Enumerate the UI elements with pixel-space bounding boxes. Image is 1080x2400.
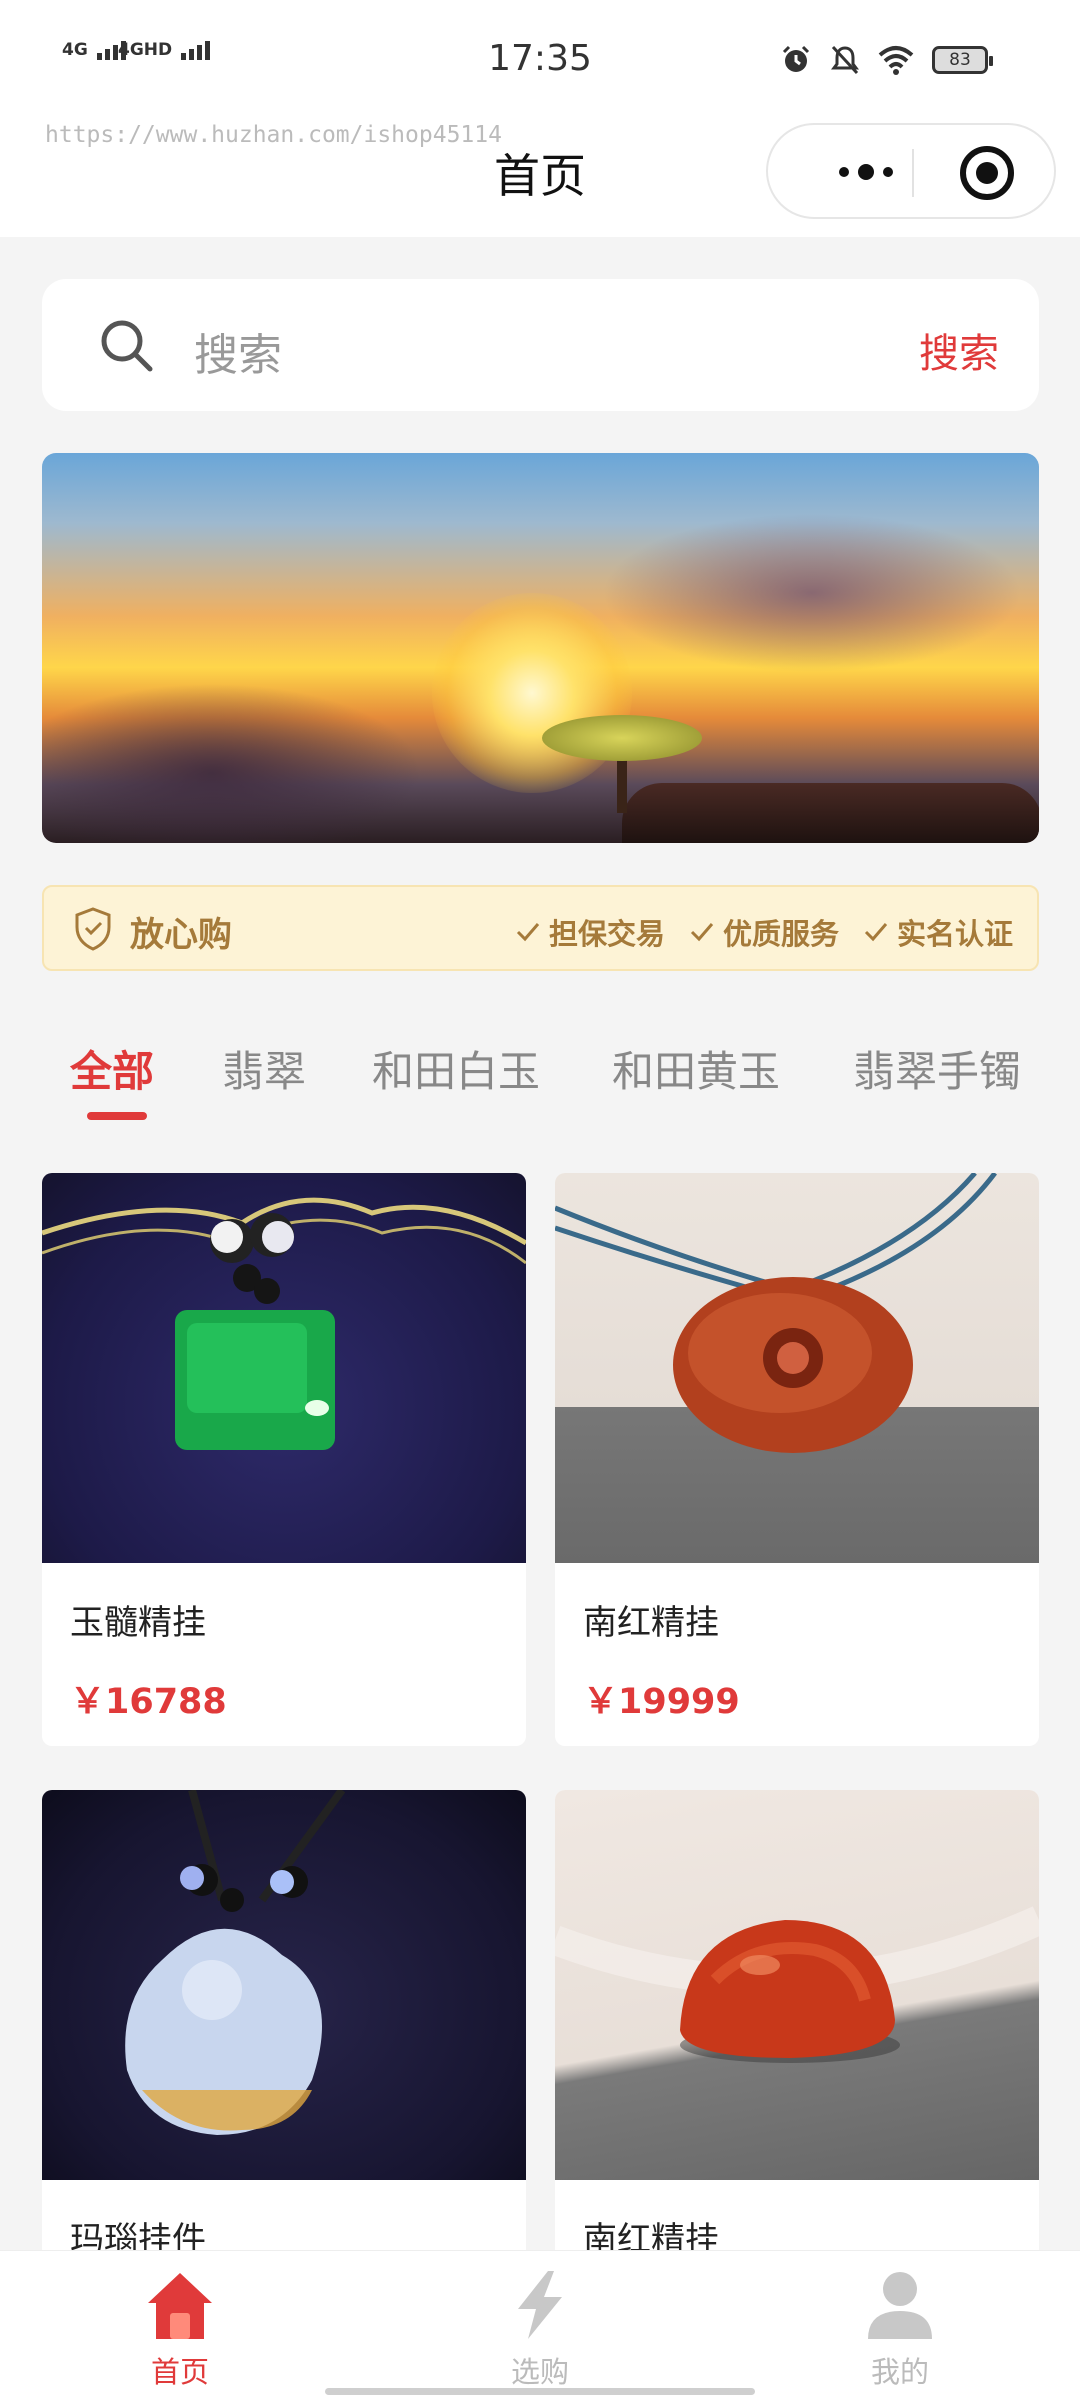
shield-icon xyxy=(75,907,111,951)
mute-bell-icon xyxy=(831,45,859,75)
assurance-feature: 实名认证 xyxy=(863,911,1013,953)
tab-all[interactable]: 全部 xyxy=(70,1038,154,1099)
close-miniprogram-button[interactable] xyxy=(960,146,1014,200)
user-icon xyxy=(868,2272,932,2339)
jade-pendant-image xyxy=(42,1197,526,1450)
product-card[interactable]: 玉髓精挂 ￥16788 xyxy=(42,1173,526,1746)
assurance-bar: 放心购 担保交易 优质服务 实名认证 xyxy=(42,885,1039,971)
tabbar-item-shop[interactable]: 选购 xyxy=(420,2251,660,2400)
assurance-features: 担保交易 优质服务 实名认证 xyxy=(515,911,1013,953)
product-price: ￥19999 xyxy=(583,1682,740,1722)
check-icon xyxy=(516,923,540,942)
miniprogram-capsule xyxy=(766,123,1056,219)
banner-cloud xyxy=(602,513,1022,673)
agate-pendant-image xyxy=(125,1790,346,2135)
alarm-icon xyxy=(782,45,810,72)
tabbar-label: 首页 xyxy=(150,2355,209,2389)
category-tabs: 全部 翡翠 和田白玉 和田黄玉 翡翠手镯 xyxy=(0,1030,1080,1140)
dot-icon xyxy=(839,167,849,177)
search-button[interactable]: 搜索 xyxy=(919,321,999,379)
assurance-feature-label: 优质服务 xyxy=(722,917,839,951)
tab-jadeite[interactable]: 翡翠 xyxy=(222,1038,306,1099)
product-name: 玉髓精挂 xyxy=(70,1603,206,1643)
lightning-icon xyxy=(518,2271,562,2339)
wifi-icon xyxy=(878,46,914,75)
status-icons: 83 xyxy=(780,44,993,76)
tabbar-item-mine[interactable]: 我的 xyxy=(780,2251,1020,2400)
banner-sun xyxy=(432,593,632,793)
tab-hetian-yellow-jade[interactable]: 和田黄玉 xyxy=(612,1038,780,1099)
active-tab-indicator xyxy=(87,1112,147,1120)
product-name: 南红精挂 xyxy=(583,1603,719,1643)
banner-cloud xyxy=(42,683,422,843)
product-card[interactable]: 玛瑙挂件 xyxy=(42,1790,526,2260)
product-price: ￥16788 xyxy=(70,1682,227,1722)
check-icon xyxy=(864,923,888,942)
more-menu-button[interactable] xyxy=(806,152,926,192)
banner-tree xyxy=(542,715,702,761)
product-image xyxy=(555,1790,1039,2180)
search-bar[interactable]: 搜索 搜索 xyxy=(42,279,1039,411)
battery-icon: 83 xyxy=(932,46,993,74)
banner-image[interactable] xyxy=(42,453,1039,843)
search-icon xyxy=(101,320,153,372)
tabbar-item-home[interactable]: 首页 xyxy=(60,2251,300,2400)
search-input[interactable]: 搜索 xyxy=(194,319,282,383)
dot-icon xyxy=(858,164,874,180)
product-card[interactable]: 南红精挂 ￥19999 xyxy=(555,1173,1039,1746)
bottom-tab-bar: 首页 选购 我的 xyxy=(0,2250,1080,2400)
capsule-divider xyxy=(912,149,914,197)
nanhong-stone-image xyxy=(555,1906,1039,2063)
tab-jadeite-bangle[interactable]: 翡翠手镯 xyxy=(853,1038,1021,1099)
battery-level: 83 xyxy=(949,50,971,70)
product-card[interactable]: 南红精挂 xyxy=(555,1790,1039,2260)
home-indicator[interactable] xyxy=(325,2388,755,2395)
product-image xyxy=(555,1173,1039,1563)
check-icon xyxy=(690,923,714,942)
banner-tree-trunk xyxy=(617,753,627,813)
dot-icon xyxy=(883,167,893,177)
tab-hetian-white-jade[interactable]: 和田白玉 xyxy=(372,1038,540,1099)
nanhong-pendant-image xyxy=(555,1173,997,1453)
assurance-feature-label: 实名认证 xyxy=(896,917,1013,951)
assurance-feature: 担保交易 xyxy=(515,911,665,953)
assurance-feature: 优质服务 xyxy=(689,911,839,953)
tabbar-label: 我的 xyxy=(870,2355,929,2389)
assurance-feature-label: 担保交易 xyxy=(548,917,665,951)
home-icon xyxy=(148,2273,212,2339)
nav-bar: https://www.huzhan.com/ishop45114 首页 xyxy=(0,100,1080,237)
banner-ground xyxy=(622,783,1039,843)
product-image xyxy=(42,1790,526,2180)
tabbar-label: 选购 xyxy=(510,2355,569,2389)
assurance-title: 放心购 xyxy=(130,915,232,955)
product-image xyxy=(42,1173,526,1563)
